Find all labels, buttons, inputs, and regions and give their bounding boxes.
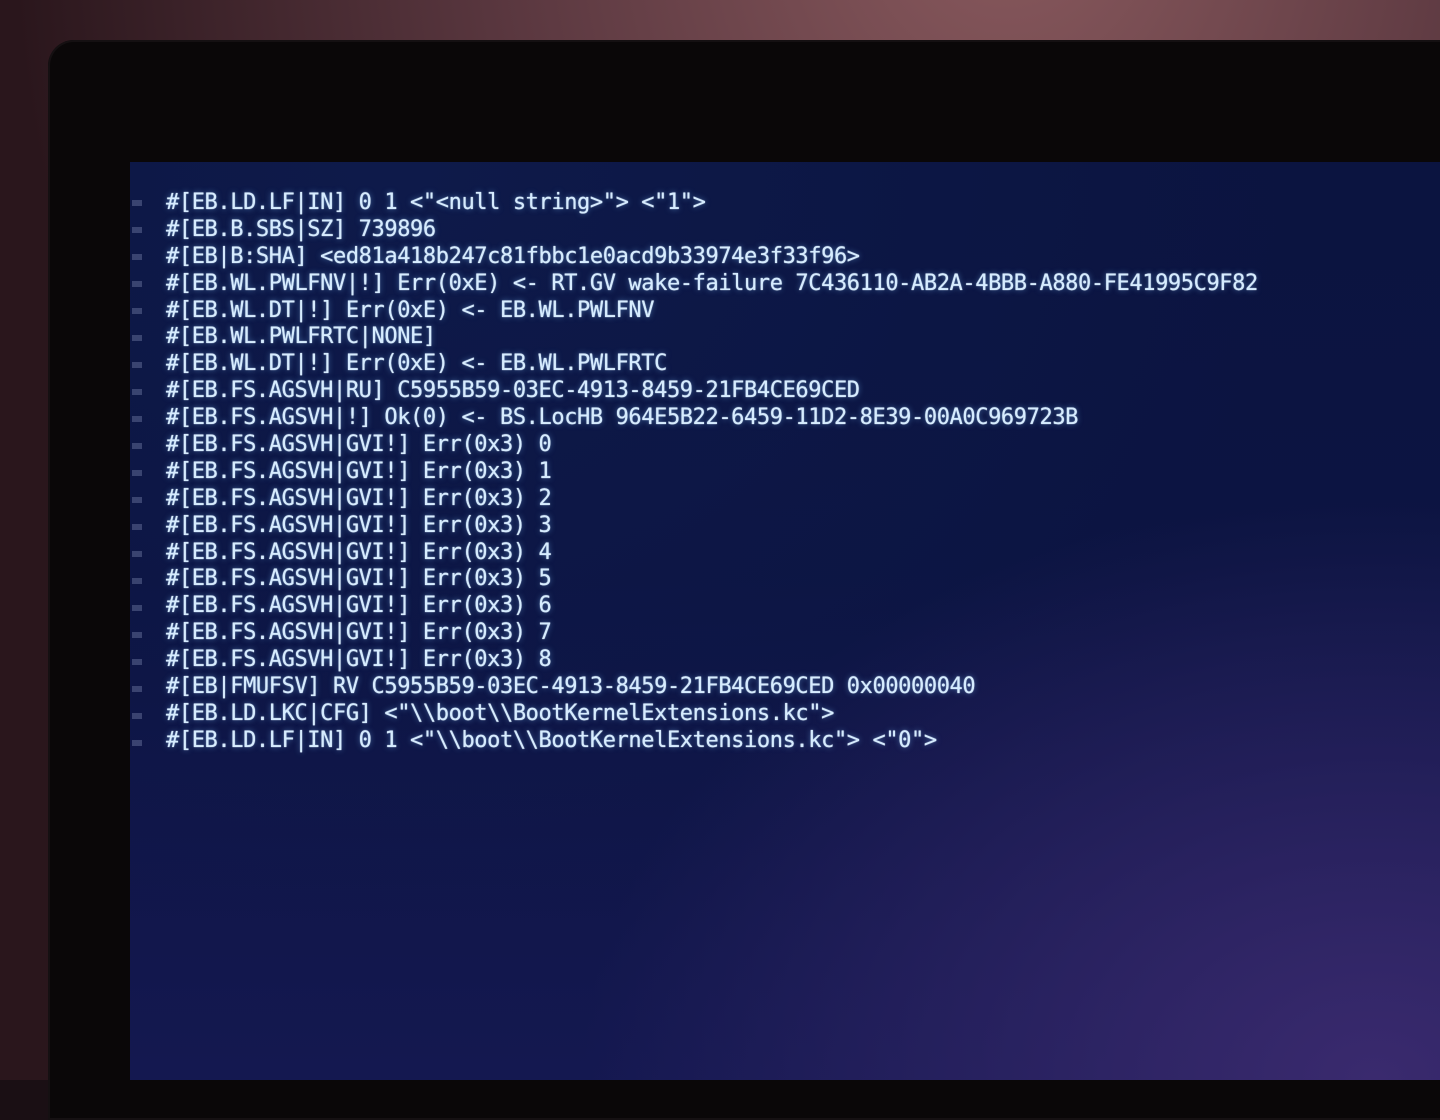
boot-log: #[EB.LD.LF|IN] 0 1 <"<null string>"> <"1…	[166, 190, 1258, 755]
log-line: #[EB.FS.AGSVH|GVI!] Err(0x3) 5	[166, 566, 552, 592]
log-line: #[EB.FS.AGSVH|GVI!] Err(0x3) 0	[166, 432, 552, 458]
log-line: #[EB.FS.AGSVH|GVI!] Err(0x3) 6	[166, 593, 552, 619]
log-line: #[EB|B:SHA] <ed81a418b247c81fbbc1e0acd9b…	[166, 243, 860, 269]
log-line: #[EB.FS.AGSVH|GVI!] Err(0x3) 2	[166, 485, 552, 511]
log-line: #[EB.LD.LF|IN] 0 1 <"\\boot\\BootKernelE…	[166, 727, 937, 753]
log-line: #[EB.FS.AGSVH|GVI!] Err(0x3) 7	[166, 620, 552, 646]
log-line: #[EB.FS.AGSVH|GVI!] Err(0x3) 4	[166, 539, 552, 565]
log-line: #[EB.FS.AGSVH|GVI!] Err(0x3) 3	[166, 512, 552, 538]
log-line: #[EB.WL.DT|!] Err(0xE) <- EB.WL.PWLFRTC	[166, 351, 667, 377]
log-line: #[EB.FS.AGSVH|!] Ok(0) <- BS.LocHB 964E5…	[166, 405, 1079, 431]
log-line: #[EB.LD.LF|IN] 0 1 <"<null string>"> <"1…	[166, 190, 706, 215]
log-line: #[EB.WL.DT|!] Err(0xE) <- EB.WL.PWLFNV	[166, 297, 655, 323]
log-line: #[EB.LD.LKC|CFG] <"\\boot\\BootKernelExt…	[166, 700, 834, 726]
screen-edge-artifact	[132, 200, 142, 760]
boot-console-screen: #[EB.LD.LF|IN] 0 1 <"<null string>"> <"1…	[130, 162, 1440, 1080]
log-line: #[EB.WL.PWLFNV|!] Err(0xE) <- RT.GV wake…	[166, 270, 1258, 296]
log-line: #[EB.WL.PWLFRTC|NONE]	[166, 324, 436, 350]
log-line: #[EB.FS.AGSVH|RU] C5955B59-03EC-4913-845…	[166, 378, 860, 404]
log-line: #[EB|FMUFSV] RV C5955B59-03EC-4913-8459-…	[166, 674, 976, 700]
log-line: #[EB.B.SBS|SZ] 739896	[166, 216, 436, 242]
log-line: #[EB.FS.AGSVH|GVI!] Err(0x3) 1	[166, 458, 552, 484]
log-line: #[EB.FS.AGSVH|GVI!] Err(0x3) 8	[166, 647, 552, 673]
